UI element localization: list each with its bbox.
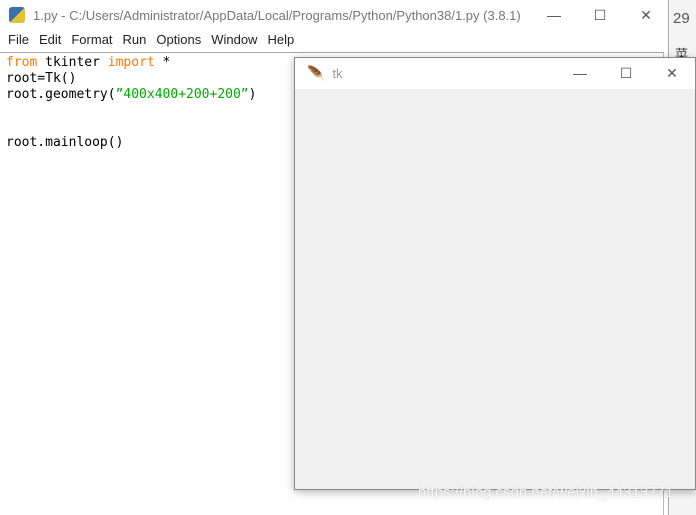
idle-title: 1.py - C:/Users/Administrator/AppData/Lo… xyxy=(33,7,521,23)
tk-minimize-button[interactable]: — xyxy=(557,58,603,88)
maximize-button[interactable]: ☐ xyxy=(577,0,623,30)
close-button[interactable]: ✕ xyxy=(623,0,669,30)
feather-icon: 🪶 xyxy=(307,65,325,81)
menu-help[interactable]: Help xyxy=(262,30,299,51)
menu-format[interactable]: Format xyxy=(66,30,117,51)
watermark: https://blog.csdn.net/weixin_44313771 xyxy=(418,484,674,501)
minimize-button[interactable]: — xyxy=(531,0,577,30)
tk-window: 🪶 tk — ☐ ✕ xyxy=(294,57,696,490)
tk-maximize-button[interactable]: ☐ xyxy=(603,58,649,88)
tk-title: tk xyxy=(332,66,343,81)
menu-run[interactable]: Run xyxy=(118,30,152,51)
python-icon xyxy=(9,7,25,23)
menu-options[interactable]: Options xyxy=(151,30,206,51)
background-number: 29 xyxy=(673,10,690,27)
menu-edit[interactable]: Edit xyxy=(34,30,66,51)
menu-window[interactable]: Window xyxy=(206,30,262,51)
tk-close-button[interactable]: ✕ xyxy=(649,58,695,88)
menu-file[interactable]: File xyxy=(3,30,34,51)
menu-bar: File Edit Format Run Options Window Help xyxy=(0,30,668,51)
